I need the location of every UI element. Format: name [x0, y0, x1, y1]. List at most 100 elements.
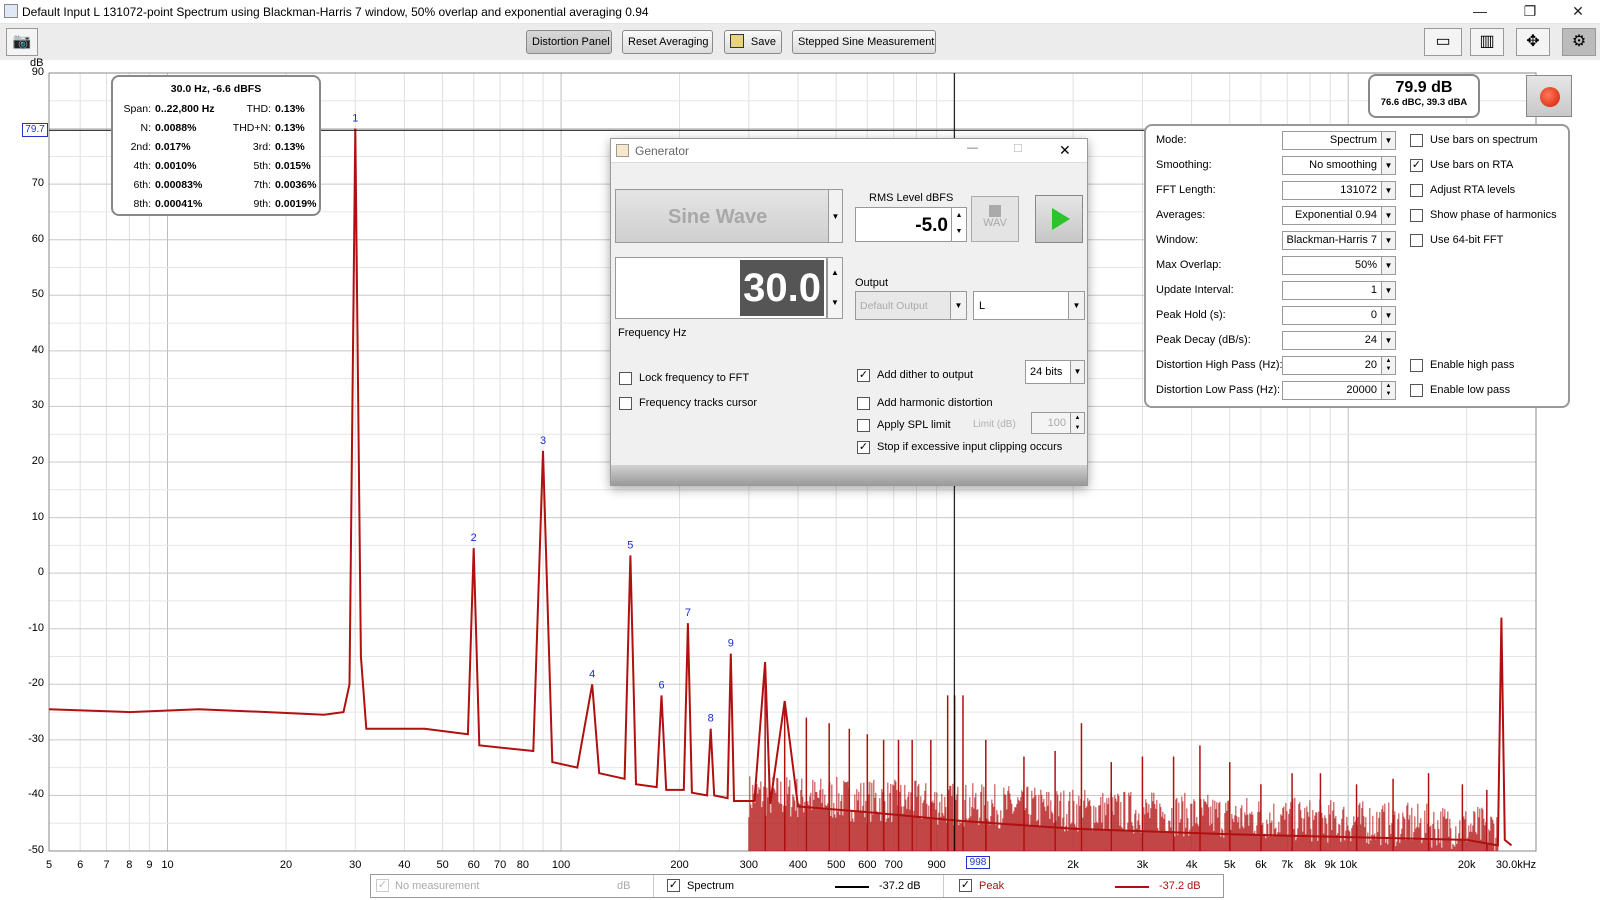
setting-checkbox[interactable]: ✓ — [1410, 159, 1423, 172]
stat-value: 0.0036% — [275, 178, 317, 191]
add-dither-checkbox[interactable]: ✓ — [857, 369, 870, 382]
setting-label: Peak Hold (s): — [1156, 309, 1226, 321]
chevron-down-icon: ▼ — [828, 190, 842, 242]
no-measurement-checkbox[interactable]: ✓ — [376, 879, 389, 892]
record-button[interactable] — [1526, 75, 1572, 117]
y-tick-label: -10 — [28, 621, 44, 634]
setting-value: Exponential 0.94 — [1295, 209, 1377, 221]
spinner-icon: ▲ ▼ — [1381, 357, 1395, 374]
generator-close-icon[interactable]: ✕ — [1059, 142, 1071, 159]
setting-label: Window: — [1156, 234, 1199, 246]
y-tick-label: -50 — [28, 844, 44, 856]
x-tick-label: 10 — [161, 859, 174, 871]
frequency-input[interactable]: 30.0 — [615, 257, 827, 319]
dither-bits-dropdown[interactable]: 24 bits ▼ — [1025, 360, 1085, 384]
setting-checkbox[interactable] — [1410, 209, 1423, 222]
generator-window: Generator — ☐ ✕ Sine Wave ▼ RMS Level dB… — [610, 138, 1088, 486]
stat-key: N: — [140, 121, 152, 134]
stats-row: Span: 0..22,800 Hz THD: 0.13% — [117, 99, 318, 118]
x-tick-label: 3k — [1136, 859, 1149, 871]
x-tick-label: 30 — [349, 859, 362, 871]
stat-key: THD+N: — [232, 121, 271, 134]
setting-value: 20000 — [1346, 384, 1377, 396]
lock-frequency-checkbox[interactable] — [619, 372, 632, 385]
setting-field[interactable]: 50% ▼ — [1282, 256, 1396, 275]
setting-checkbox[interactable] — [1410, 184, 1423, 197]
x-tick-label: 8k — [1304, 859, 1316, 871]
harmonic-marker: 1 — [352, 113, 358, 125]
limit-label: Limit (dB) — [973, 419, 1016, 430]
stat-key: 9th: — [253, 197, 271, 210]
setting-checkbox[interactable] — [1410, 234, 1423, 247]
stats-row: 6th: 0.00083% 7th: 0.0036% — [117, 175, 318, 194]
y-tick-label: 40 — [31, 343, 44, 356]
limit-spinner[interactable]: ▲ ▼ — [1070, 413, 1084, 433]
y-tick-label: 90 — [31, 66, 44, 78]
chevron-down-icon: ▼ — [1381, 182, 1395, 199]
cursor-y-readout[interactable]: 79.7 — [22, 123, 48, 137]
cursor-x-readout[interactable]: 998 — [966, 856, 990, 869]
setting-label: Distortion High Pass (Hz): — [1156, 359, 1283, 371]
setting-field[interactable]: 20000 ▲ ▼ — [1282, 381, 1396, 400]
spectrum-swatch — [835, 886, 869, 888]
y-tick-label: 70 — [31, 177, 44, 190]
add-dither-label: Add dither to output — [877, 369, 974, 381]
setting-field[interactable]: 20 ▲ ▼ — [1282, 356, 1396, 375]
setting-field[interactable]: 1 ▼ — [1282, 281, 1396, 300]
tracks-cursor-label: Frequency tracks cursor — [639, 397, 757, 409]
no-measurement-label: No measurement — [395, 880, 480, 892]
rms-level-input[interactable]: -5.0 ▲ ▼ — [855, 207, 967, 242]
setting-checkbox[interactable] — [1410, 134, 1423, 147]
generator-maximize-icon[interactable]: ☐ — [1013, 142, 1023, 155]
setting-field[interactable]: No smoothing ▼ — [1282, 156, 1396, 175]
peak-value: -37.2 dB — [1159, 880, 1201, 892]
stop-clipping-checkbox[interactable]: ✓ — [857, 441, 870, 454]
setting-field[interactable]: 24 ▼ — [1282, 331, 1396, 350]
tracks-cursor-checkbox[interactable] — [619, 397, 632, 410]
limit-input[interactable]: 100 ▲ ▼ — [1031, 412, 1085, 434]
frequency-spinner[interactable]: ▲ ▼ — [827, 257, 843, 319]
frequency-value: 30.0 — [740, 260, 824, 316]
rms-spinner[interactable]: ▲ ▼ — [951, 208, 966, 241]
generator-minimize-icon[interactable]: — — [967, 142, 978, 154]
setting-value: 131072 — [1340, 184, 1377, 196]
wav-button[interactable]: WAV — [971, 196, 1019, 242]
add-harmonic-checkbox[interactable] — [857, 397, 870, 410]
apply-spl-checkbox[interactable] — [857, 419, 870, 432]
generator-footer — [611, 465, 1087, 485]
setting-checkbox-label: Show phase of harmonics — [1430, 209, 1557, 221]
stats-table: Span: 0..22,800 Hz THD: 0.13% N: 0.0088% THD+N… — [117, 99, 318, 213]
java-icon — [616, 144, 629, 157]
generator-play-button[interactable] — [1035, 195, 1083, 243]
x-tick-label: 20 — [279, 859, 293, 871]
stat-value: 0.00041% — [155, 197, 203, 210]
setting-field[interactable]: Spectrum ▼ — [1282, 131, 1396, 150]
setting-field[interactable]: 131072 ▼ — [1282, 181, 1396, 200]
y-tick-label: -20 — [28, 677, 44, 690]
stat-key: 2nd: — [130, 140, 151, 153]
setting-label: FFT Length: — [1156, 184, 1216, 196]
setting-label: Mode: — [1156, 134, 1187, 146]
peak-checkbox[interactable]: ✓ — [959, 879, 972, 892]
x-tick-label: 50 — [436, 859, 449, 871]
output-device-dropdown[interactable]: Default Output ▼ — [855, 291, 967, 320]
setting-field[interactable]: Exponential 0.94 ▼ — [1282, 206, 1396, 225]
x-tick-label: 400 — [788, 859, 808, 871]
stat-key: Span: — [123, 102, 151, 115]
output-channel-dropdown[interactable]: L ▼ — [973, 291, 1085, 320]
x-tick-label: 7k — [1281, 859, 1294, 871]
y-tick-label: 10 — [31, 510, 44, 523]
waveform-value: Sine Wave — [668, 206, 768, 228]
setting-label: Max Overlap: — [1156, 259, 1222, 271]
chevron-down-icon: ▼ — [1381, 157, 1395, 174]
y-tick-label: 0 — [37, 566, 44, 579]
spectrum-checkbox[interactable]: ✓ — [667, 879, 680, 892]
setting-field[interactable]: Blackman-Harris 7 ▼ — [1282, 231, 1396, 250]
x-tick-label: 10k — [1339, 859, 1358, 871]
level-main: 79.9 dB — [1395, 79, 1453, 96]
setting-checkbox[interactable] — [1410, 384, 1423, 397]
setting-field[interactable]: 0 ▼ — [1282, 306, 1396, 325]
waveform-dropdown[interactable]: Sine Wave ▼ — [615, 189, 843, 243]
frequency-label: Frequency Hz — [618, 327, 687, 339]
setting-checkbox[interactable] — [1410, 359, 1423, 372]
